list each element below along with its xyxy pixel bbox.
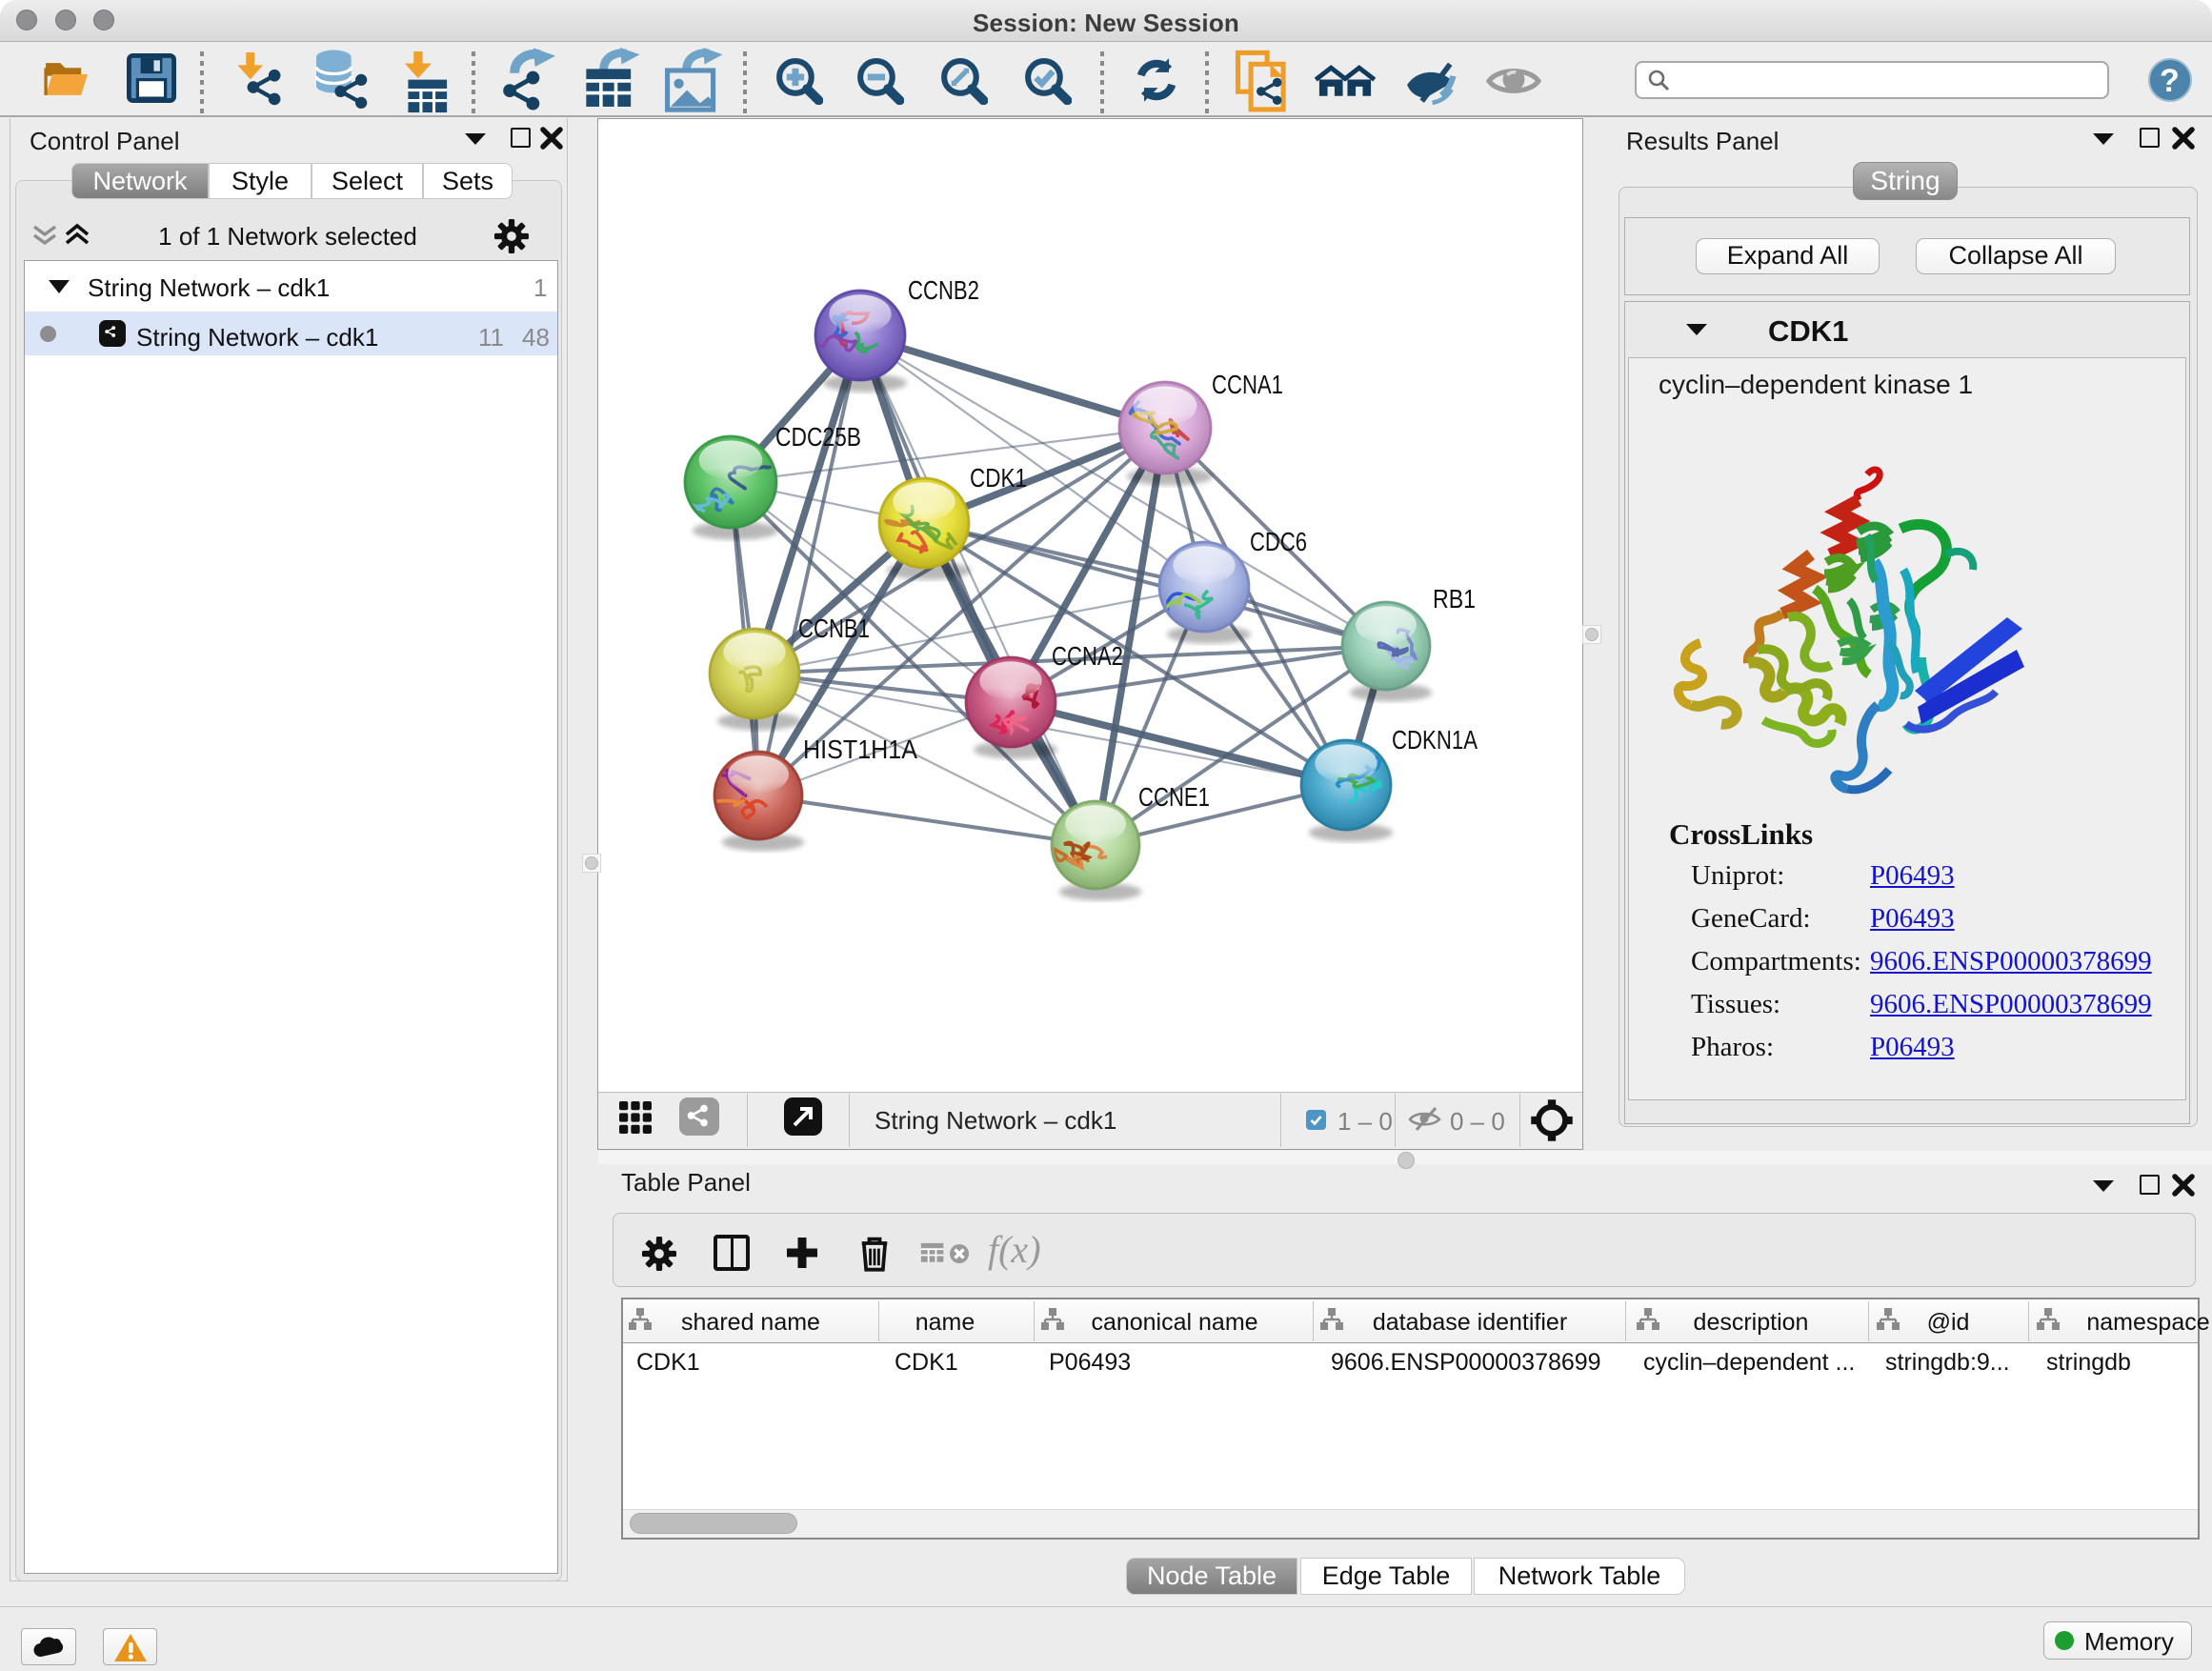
- svg-text:CCNB1: CCNB1: [798, 614, 870, 643]
- svg-text:CCNA2: CCNA2: [1052, 641, 1123, 671]
- svg-text:CCNA1: CCNA1: [1212, 370, 1283, 399]
- svg-text:CDK1: CDK1: [970, 463, 1027, 493]
- svg-text:CDKN1A: CDKN1A: [1392, 725, 1478, 755]
- svg-text:CDC6: CDC6: [1250, 527, 1307, 556]
- svg-text:CDC25B: CDC25B: [775, 422, 861, 452]
- svg-text:RB1: RB1: [1433, 584, 1476, 614]
- svg-text:CCNE1: CCNE1: [1138, 782, 1210, 812]
- svg-text:CCNB2: CCNB2: [908, 275, 979, 305]
- svg-text:HIST1H1A: HIST1H1A: [803, 735, 917, 764]
